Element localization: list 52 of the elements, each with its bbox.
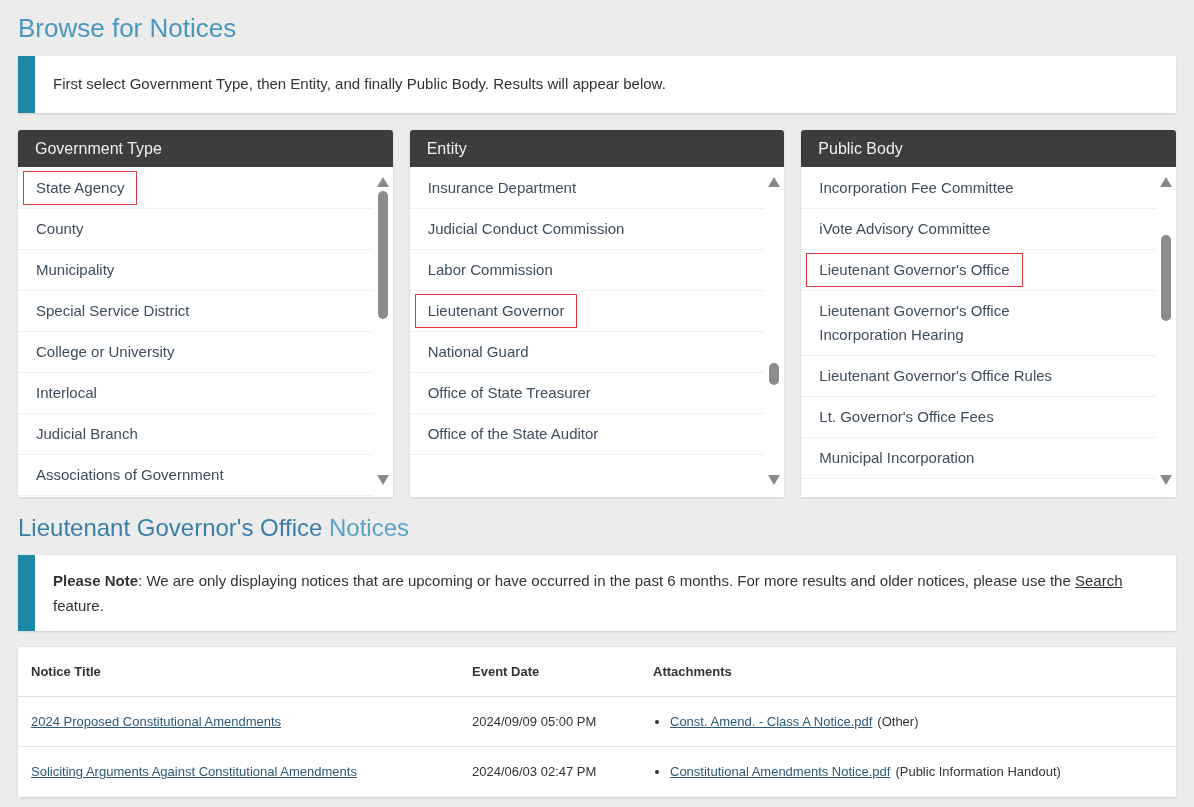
list-item[interactable]: Lieutenant Governor <box>414 294 578 328</box>
list-item[interactable]: Incorporation Fee Committee <box>806 171 1027 205</box>
panel-header: Public Body <box>801 130 1176 167</box>
scroll-up-icon[interactable] <box>376 177 389 187</box>
instruction-text: First select Government Type, then Entity, and finally Public Body. Results will appear below. <box>53 74 666 95</box>
column-header: Attachments <box>653 662 732 681</box>
column-header: Event Date <box>472 662 541 681</box>
bullet-icon <box>655 719 659 724</box>
list-item[interactable]: Judicial Conduct Commission <box>414 212 638 246</box>
list-item[interactable]: County <box>23 212 97 246</box>
list-item[interactable]: Office of the State Auditor <box>414 417 612 451</box>
list-item[interactable]: Lieutenant Governor's Office Incorporation Hearing <box>806 294 1072 352</box>
list-item[interactable]: Insurance Department <box>414 171 590 205</box>
notice-link[interactable]: Soliciting Arguments Against Constitutional Amendments <box>31 764 357 780</box>
note-text: Please Note: We are only displaying notices that are upcoming or have occurred in the past 6 months. For more results and older notices, please use the Search feature. <box>53 571 1124 616</box>
scrollbar-thumb[interactable] <box>769 363 780 385</box>
scrollbar-thumb[interactable] <box>377 191 388 319</box>
scroll-up-icon[interactable] <box>768 177 781 187</box>
list-item[interactable]: Lieutenant Governor's Office Rules <box>806 359 1066 393</box>
list-item[interactable]: National Guard <box>414 335 542 369</box>
scroll-up-icon[interactable] <box>1160 177 1172 187</box>
list-item[interactable]: College or University <box>23 335 188 369</box>
list-item[interactable]: Special Service District <box>23 294 203 328</box>
results-heading: Lieutenant Governor's Office Notices <box>18 513 410 543</box>
list-item[interactable]: Municipal Incorporation <box>806 441 988 475</box>
table-cell-text: 2024/09/09 05:00 PM <box>472 712 598 731</box>
panel-header: Entity <box>409 130 785 167</box>
scrollbar-thumb[interactable] <box>1161 235 1171 321</box>
list-item[interactable]: Associations of Government <box>23 458 237 492</box>
panel-header: Government Type <box>18 130 393 167</box>
page-title: Browse for Notices <box>18 12 238 45</box>
scroll-down-icon[interactable] <box>768 475 781 485</box>
list-item[interactable]: Interlocal <box>23 376 110 410</box>
attachment-link[interactable]: Constitutional Amendments Notice.pdf <box>670 762 891 782</box>
list-item[interactable]: Lieutenant Governor's Office <box>806 253 1023 287</box>
column-header: Notice Title <box>31 662 102 681</box>
attachment-link[interactable]: Const. Amend. - Class A Notice.pdf <box>670 711 873 732</box>
list-item[interactable]: Lt. Governor's Office Fees <box>806 400 1007 434</box>
list-item[interactable]: Labor Commission <box>414 253 566 287</box>
list-item[interactable]: Judicial Branch <box>23 417 151 451</box>
scroll-down-icon[interactable] <box>1160 475 1172 485</box>
attachment-type: (Public Information Handout) <box>895 763 1061 782</box>
table-cell-text: 2024/06/03 02:47 PM <box>472 763 598 782</box>
list-item[interactable]: Office of State Treasurer <box>414 376 604 410</box>
attachment-type: (Other) <box>877 712 919 731</box>
list-item[interactable]: State Agency <box>23 171 138 205</box>
notice-link[interactable]: 2024 Proposed Constitutional Amendments <box>31 713 282 729</box>
scroll-down-icon[interactable] <box>376 475 389 485</box>
list-item[interactable]: Municipality <box>23 253 128 287</box>
bullet-icon <box>655 770 659 774</box>
list-item[interactable]: iVote Advisory Committee <box>806 212 1004 246</box>
search-link[interactable]: Search <box>1074 572 1123 589</box>
